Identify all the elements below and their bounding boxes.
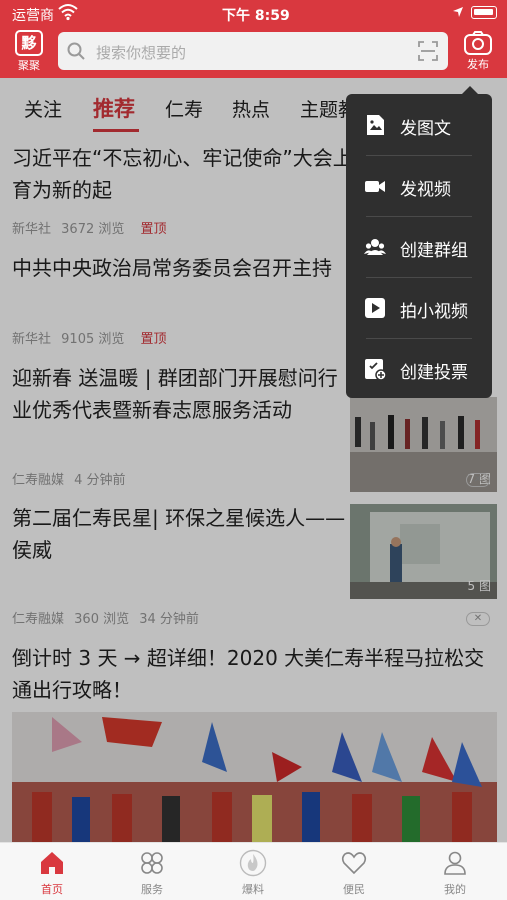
menu-item-post-image-text[interactable]: 发图文: [346, 94, 492, 155]
battery-icon: [471, 6, 497, 19]
logo-label: 聚聚: [18, 59, 40, 72]
nav-label: 服务: [141, 883, 163, 896]
flame-icon: [239, 849, 267, 877]
nav-label: 便民: [343, 883, 365, 896]
camera-icon: [464, 31, 492, 55]
nav-services[interactable]: 服务: [122, 849, 182, 897]
nav-home[interactable]: 首页: [22, 849, 82, 897]
logo-mark: 黟: [15, 30, 43, 56]
clock: 下午 8:59: [222, 8, 290, 24]
app-logo[interactable]: 黟 聚聚: [12, 30, 46, 73]
group-icon: [364, 239, 386, 255]
play-icon: [365, 298, 385, 318]
person-icon: [444, 851, 466, 875]
menu-label: 创建群组: [400, 241, 468, 261]
search-placeholder: 搜索你想要的: [96, 44, 187, 62]
search-input[interactable]: 搜索你想要的: [58, 32, 448, 70]
nav-convenience[interactable]: 便民: [324, 849, 384, 897]
home-icon: [41, 852, 63, 874]
status-bar: 运营商 下午 8:59: [0, 0, 507, 26]
menu-label: 创建投票: [400, 363, 468, 383]
menu-label: 发视频: [400, 180, 451, 200]
carrier-label: 运营商: [12, 8, 54, 24]
bottom-nav: 首页 服务 爆料 便民 我的: [0, 842, 507, 900]
clover-icon: [141, 852, 163, 874]
top-bar: 黟 聚聚 搜索你想要的 发布: [0, 26, 507, 78]
publish-label: 发布: [467, 58, 489, 71]
search-icon: [67, 42, 85, 60]
nav-label: 我的: [444, 883, 466, 896]
wifi-icon: [58, 4, 78, 21]
menu-item-create-vote[interactable]: 创建投票: [346, 338, 492, 399]
nav-label: 爆料: [242, 883, 264, 896]
menu-item-create-group[interactable]: 创建群组: [346, 216, 492, 277]
scan-icon[interactable]: [418, 41, 438, 61]
location-arrow-icon: [453, 7, 463, 17]
nav-profile[interactable]: 我的: [425, 849, 485, 897]
image-text-icon: [367, 115, 384, 135]
vote-icon: [365, 359, 386, 380]
nav-label: 首页: [41, 883, 63, 896]
publish-menu: 发图文 发视频 创建群组 拍小视频 创建投票: [346, 86, 492, 399]
heart-icon: [341, 852, 367, 875]
publish-button[interactable]: 发布: [460, 30, 496, 72]
nav-report[interactable]: 爆料: [223, 849, 283, 897]
menu-item-short-video[interactable]: 拍小视频: [346, 277, 492, 338]
menu-label: 拍小视频: [400, 302, 468, 322]
video-camera-icon: [365, 181, 385, 192]
menu-item-post-video[interactable]: 发视频: [346, 155, 492, 216]
menu-label: 发图文: [400, 119, 451, 139]
